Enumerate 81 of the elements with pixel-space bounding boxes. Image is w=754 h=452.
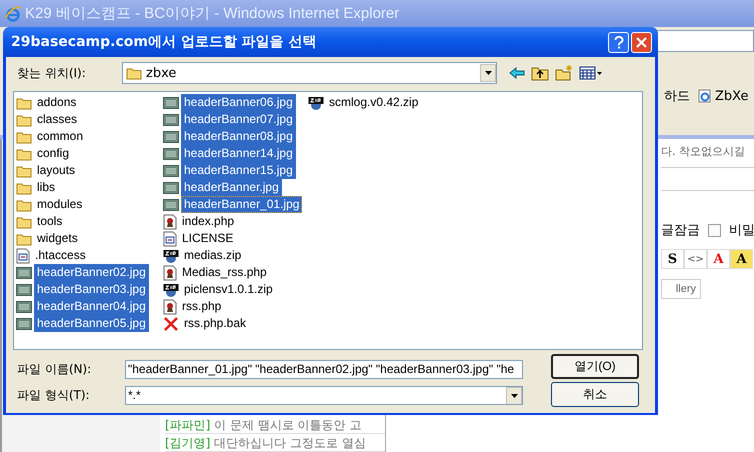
folder-icon (16, 112, 32, 126)
close-icon (636, 36, 647, 48)
page-icon (698, 89, 712, 103)
folder-icon (16, 96, 32, 110)
folder-icon (16, 232, 32, 246)
archive-file-icon (163, 282, 179, 298)
strikethrough-button[interactable]: S (661, 249, 684, 269)
checkbox[interactable] (708, 224, 721, 236)
filetype-label: 파일 형식(T): (16, 387, 91, 404)
document-file-icon (16, 248, 30, 264)
window-title: K29 베이스캠프 - BC이야기 - Windows Internet Explorer (25, 4, 400, 23)
folder-icon (126, 66, 142, 80)
file-item[interactable]: rss.php.bak (163, 315, 250, 332)
image-file-icon (163, 164, 179, 178)
font-color-button[interactable]: A (707, 249, 730, 269)
file-item[interactable]: layouts (16, 162, 78, 179)
file-item[interactable]: rss.php (163, 298, 224, 315)
file-item[interactable]: tools (16, 213, 66, 230)
image-file-icon (16, 282, 32, 296)
look-in-label: 찾는 위치(I): (16, 64, 87, 82)
folder-icon (16, 130, 32, 144)
file-item[interactable]: scmlog.v0.42.zip (308, 94, 422, 111)
notice-text: 다. 착오없으시길 (661, 144, 745, 159)
filetype-dropdown[interactable]: *.* (125, 386, 523, 405)
filename-label: 파일 이름(N): (16, 361, 92, 378)
script-file-icon (163, 298, 177, 314)
file-item[interactable]: medias.zip (163, 247, 244, 264)
file-item[interactable]: .htaccess (16, 247, 89, 264)
folder-icon (16, 214, 32, 228)
file-item[interactable]: common (16, 128, 86, 145)
browser-logo-icon (5, 6, 21, 22)
question-mark-icon (614, 36, 624, 48)
cancel-button[interactable]: 취소 (551, 382, 639, 407)
open-button[interactable]: 열기(O) (551, 354, 639, 379)
image-file-icon (163, 198, 179, 212)
look-in-dropdown[interactable]: zbxe (122, 62, 497, 84)
image-file-icon (16, 300, 32, 314)
file-item[interactable]: LICENSE (163, 230, 236, 247)
image-file-icon (163, 180, 179, 194)
image-file-icon (163, 130, 179, 144)
file-item[interactable]: modules (16, 196, 86, 213)
image-file-icon (16, 266, 32, 280)
file-item[interactable]: index.php (163, 213, 238, 230)
image-file-icon (163, 96, 179, 110)
folder-icon (16, 164, 32, 178)
back-arrow-icon[interactable] (509, 67, 525, 79)
file-item[interactable]: config (16, 145, 72, 162)
favorites-link[interactable]: ZbXe (698, 88, 748, 104)
archive-file-icon (163, 248, 179, 264)
folder-icon (16, 146, 32, 160)
comment-text: [파파민] 이 문제 땜시로 이틀동안 고 (165, 418, 385, 434)
file-item[interactable]: Medias_rss.php (163, 264, 270, 281)
filename-field[interactable]: "headerBanner_01.jpg" "headerBanner02.jpg" "headerBanner03.jpg" "he (125, 360, 523, 379)
x-mark-icon (163, 316, 179, 332)
code-button[interactable]: <> (684, 249, 707, 269)
image-file-icon (16, 316, 32, 330)
dialog-title: 29basecamp.com에서 업로드할 파일을 선택 (11, 33, 318, 51)
help-button[interactable] (608, 32, 629, 52)
archive-file-icon (308, 94, 324, 110)
close-button[interactable] (631, 32, 652, 52)
file-item[interactable]: piclensv1.0.1.zip (163, 281, 276, 298)
comment-text: [김기영] 대단하십니다 그정도로 열심 (165, 436, 385, 452)
script-file-icon (163, 264, 177, 280)
image-file-icon (163, 112, 179, 126)
highlight-button[interactable]: A (730, 249, 753, 269)
option-label: 비밀 (729, 222, 754, 239)
new-folder-icon[interactable] (555, 65, 573, 81)
file-item[interactable]: classes (16, 111, 80, 128)
script-file-icon (163, 214, 177, 230)
folder-icon (16, 198, 32, 212)
image-file-icon (163, 146, 179, 160)
gallery-button[interactable]: llery (661, 279, 701, 299)
document-file-icon (163, 230, 177, 246)
view-menu-icon[interactable] (579, 66, 603, 80)
folder-icon (16, 180, 32, 194)
option-label: 글잠금 (661, 222, 700, 239)
up-folder-icon[interactable] (531, 65, 549, 81)
file-item[interactable]: addons (16, 94, 80, 111)
favorites-link[interactable]: 하드 (664, 87, 690, 105)
file-item[interactable]: libs (16, 179, 58, 196)
file-item[interactable]: widgets (16, 230, 81, 247)
